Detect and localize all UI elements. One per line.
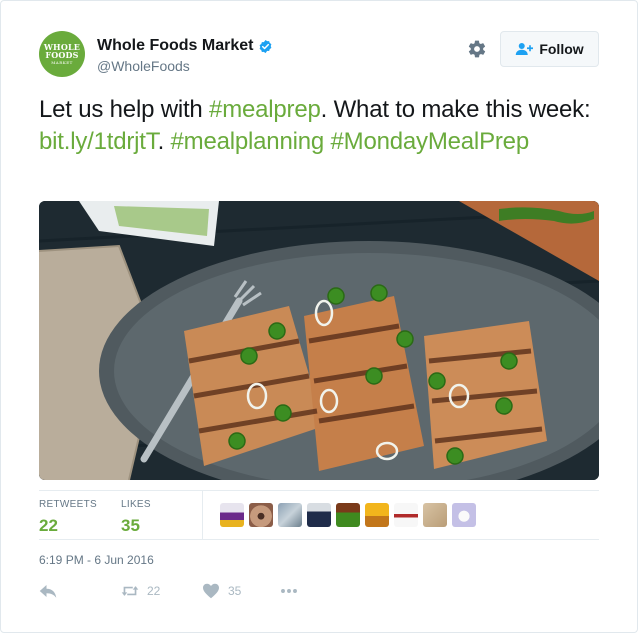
tweet-card: WHOLE FOODS MARKET Whole Foods Market @W… <box>0 0 638 633</box>
tweet-text: Let us help with #mealprep. What to make… <box>39 94 599 158</box>
retweet-count: 22 <box>147 584 161 598</box>
retweets-label: RETWEETS <box>39 499 97 510</box>
avatar[interactable]: WHOLE FOODS MARKET <box>39 31 85 77</box>
more-icon <box>281 589 297 593</box>
liker-avatar[interactable] <box>452 503 476 527</box>
liker-avatars <box>220 503 476 527</box>
liker-avatar[interactable] <box>307 503 331 527</box>
liker-avatar[interactable] <box>394 503 418 527</box>
url-link[interactable]: bit.ly/1tdrjtT <box>39 128 158 155</box>
hashtag-link[interactable]: #mealprep <box>209 96 321 123</box>
retweet-icon <box>121 586 139 596</box>
verified-badge-icon <box>260 39 272 53</box>
stats-separator <box>202 491 203 539</box>
like-count: 35 <box>228 584 242 598</box>
tweet-text-part: Let us help with <box>39 96 210 123</box>
tweet-header: WHOLE FOODS MARKET Whole Foods Market @W… <box>39 31 601 81</box>
likes-stat[interactable]: LIKES 35 <box>121 499 151 536</box>
more-button[interactable] <box>280 583 298 599</box>
hashtag-link[interactable]: #MondayMealPrep <box>331 128 530 155</box>
hashtag-link[interactable]: #mealplanning <box>171 128 325 155</box>
tweet-text-part: . What to make this week: <box>320 96 591 123</box>
account-name-row[interactable]: Whole Foods Market <box>97 37 273 55</box>
liker-avatar[interactable] <box>423 503 447 527</box>
liker-avatar[interactable] <box>336 503 360 527</box>
avatar-logo-line3: MARKET <box>51 60 73 65</box>
tweet-timestamp[interactable]: 6:19 PM - 6 Jun 2016 <box>39 553 154 567</box>
tweet-stats: RETWEETS 22 LIKES 35 <box>39 491 599 539</box>
tweet-actions: 22 35 <box>39 583 599 605</box>
liker-avatar[interactable] <box>365 503 389 527</box>
liker-avatar[interactable] <box>278 503 302 527</box>
retweets-count: 22 <box>39 516 58 535</box>
likes-label: LIKES <box>121 499 151 510</box>
grilled-salmon-photo <box>39 201 599 480</box>
liker-avatar[interactable] <box>249 503 273 527</box>
retweet-button[interactable]: 22 <box>121 583 160 599</box>
reply-icon <box>39 585 57 598</box>
gear-icon[interactable] <box>467 39 487 59</box>
account-names: Whole Foods Market @WholeFoods <box>97 37 273 74</box>
likes-count: 35 <box>121 516 140 535</box>
follow-button[interactable]: Follow <box>500 31 599 67</box>
follow-label: Follow <box>539 41 584 57</box>
account-handle[interactable]: @WholeFoods <box>97 58 273 74</box>
liker-avatar[interactable] <box>220 503 244 527</box>
tweet-text-part: . <box>157 128 171 155</box>
reply-button[interactable] <box>39 583 57 599</box>
account-name[interactable]: Whole Foods Market <box>97 37 253 55</box>
like-button[interactable]: 35 <box>202 583 241 599</box>
follow-person-icon <box>516 43 534 55</box>
heart-icon <box>203 583 219 599</box>
tweet-photo[interactable] <box>39 201 599 480</box>
avatar-logo-line2: FOODS <box>45 50 79 60</box>
retweets-stat[interactable]: RETWEETS 22 <box>39 499 97 536</box>
divider <box>39 539 599 540</box>
